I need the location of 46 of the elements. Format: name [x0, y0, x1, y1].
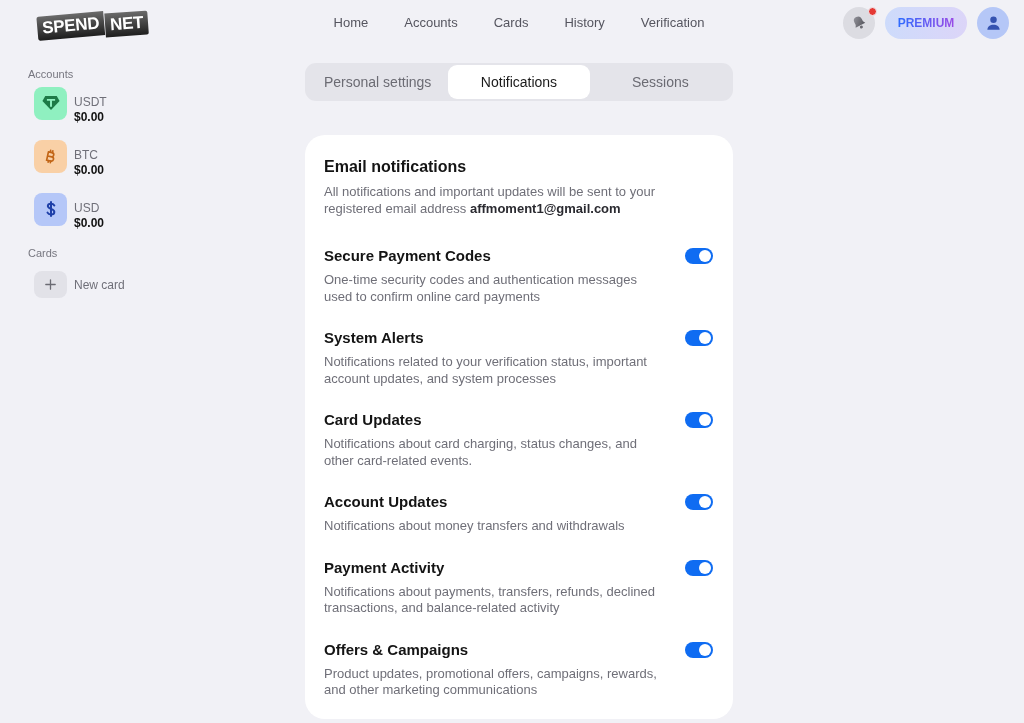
section-label: Accounts [28, 67, 74, 82]
setting-title: Account Updates [324, 492, 449, 512]
toggle-switch[interactable] [685, 641, 713, 658]
dollar-icon [34, 192, 67, 226]
toggle-switch[interactable] [685, 330, 713, 346]
new-card-button[interactable]: New card [34, 271, 125, 298]
section-description: All notifications and important updates will be sent to your registered email address affmoment1@gmail.com [324, 184, 656, 217]
setting-title: Payment Activity [324, 557, 446, 578]
setting-title: Card Updates [324, 410, 423, 430]
account-name: BTC [74, 148, 99, 163]
toggle-switch[interactable] [685, 494, 713, 510]
setting-description: Product updates, promotional offers, campaigns, rewards, and other marketing communications [324, 665, 658, 699]
nav-link[interactable]: Accounts [404, 14, 458, 31]
nav-link[interactable]: History [564, 14, 605, 31]
toggle-switch[interactable] [685, 412, 713, 428]
section-label: Cards [28, 245, 58, 261]
setting-title: Offers & Campaigns [324, 639, 470, 660]
account-name: USD [74, 201, 101, 216]
section-title: Email notifications [324, 157, 468, 177]
notifications-button[interactable] [843, 6, 875, 39]
account-balance: $0.00 [74, 216, 105, 231]
setting-title: System Alerts [324, 328, 425, 348]
plus-icon [34, 271, 67, 298]
setting-title: Secure Payment Codes [324, 246, 492, 266]
setting-description: Notifications about payments, transfers, refunds, declined transactions, and balance-related activity [324, 583, 656, 617]
settings-tab[interactable]: Sessions [589, 65, 731, 99]
settings-tab[interactable]: Personal settings [307, 65, 449, 99]
premium-button[interactable]: PREMIUM [885, 6, 967, 39]
nav-link[interactable]: Verification [640, 14, 705, 31]
account-balance: $0.00 [74, 110, 106, 125]
toggle-switch[interactable] [685, 559, 713, 576]
account-name: USDT [74, 95, 107, 110]
setting-description: Notifications about money transfers and withdrawals [324, 518, 625, 535]
settings-tab[interactable]: Notifications [448, 65, 590, 99]
setting-description: One-time security codes and authentication messages used to confirm online card payments [324, 272, 638, 305]
account-balance: $0.00 [74, 163, 105, 178]
nav-link[interactable]: Home [333, 14, 369, 31]
toggle-switch[interactable] [685, 248, 713, 264]
profile-button[interactable] [977, 6, 1009, 39]
setting-description: Notifications about card charging, status changes, and other card-related events. [324, 436, 638, 469]
bitcoin-icon [34, 139, 67, 173]
tether-icon [34, 86, 67, 120]
nav-link[interactable]: Cards [493, 14, 529, 31]
bell-icon [852, 15, 866, 30]
user-icon [986, 15, 1000, 30]
setting-description: Notifications related to your verification status, important account updates, and system processes [324, 354, 648, 387]
